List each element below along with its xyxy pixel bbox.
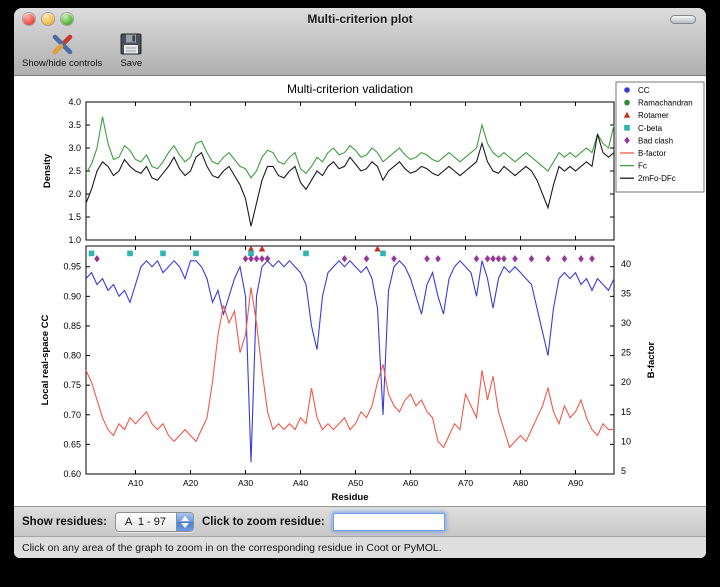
svg-text:4.0: 4.0	[68, 97, 81, 107]
close-button[interactable]	[23, 13, 35, 25]
minimize-button[interactable]	[42, 13, 54, 25]
svg-text:20: 20	[621, 377, 631, 387]
svg-text:C-beta: C-beta	[638, 124, 663, 133]
svg-text:2.0: 2.0	[68, 189, 81, 199]
svg-text:Rotamer: Rotamer	[638, 111, 669, 120]
svg-text:B-factor: B-factor	[638, 149, 666, 158]
multi-criterion-plot-window: Multi-criterion plot Show/hide controls	[14, 8, 706, 558]
tool-label: Show/hide controls	[22, 58, 102, 69]
status-bar: Click on any area of the graph to zoom i…	[14, 536, 706, 558]
svg-text:CC: CC	[638, 86, 650, 95]
toolbar-toggle-button[interactable]	[670, 15, 696, 24]
window-chrome: Multi-criterion plot Show/hide controls	[14, 8, 706, 76]
control-bar: Show residues: A 1 - 97 Click to zoom re…	[14, 506, 706, 536]
toolbar: Show/hide controls Save	[14, 30, 706, 75]
svg-text:0.75: 0.75	[63, 380, 81, 390]
svg-text:2.5: 2.5	[68, 166, 81, 176]
svg-text:0.85: 0.85	[63, 321, 81, 331]
svg-text:35: 35	[621, 288, 631, 298]
svg-text:1.5: 1.5	[68, 212, 81, 222]
titlebar[interactable]: Multi-criterion plot	[14, 8, 706, 30]
dropdown-stepper-icon	[176, 513, 193, 531]
svg-text:A60: A60	[403, 478, 418, 488]
svg-text:Ramachandran: Ramachandran	[638, 99, 693, 108]
svg-text:2mFo-DFc: 2mFo-DFc	[638, 174, 676, 183]
show-hide-controls-button[interactable]: Show/hide controls	[22, 31, 102, 69]
svg-text:Density: Density	[42, 153, 53, 188]
controls-icon	[49, 31, 75, 57]
svg-text:B-factor: B-factor	[646, 341, 657, 378]
svg-text:Local real-space CC: Local real-space CC	[40, 314, 51, 405]
svg-text:A90: A90	[568, 478, 583, 488]
svg-text:30: 30	[621, 318, 631, 328]
svg-text:A40: A40	[293, 478, 308, 488]
residue-range-dropdown[interactable]: A 1 - 97	[115, 512, 194, 532]
tool-label: Save	[120, 58, 142, 69]
residue-range-value: A 1 - 97	[116, 513, 176, 531]
svg-text:A10: A10	[128, 478, 143, 488]
svg-text:0.80: 0.80	[63, 351, 81, 361]
svg-text:0.70: 0.70	[63, 410, 81, 420]
plot-area: Multi-criterion validation A10 A20 A30 A40 A5…	[14, 76, 706, 506]
status-text: Click on any area of the graph to zoom i…	[22, 542, 442, 554]
svg-text:0.65: 0.65	[63, 439, 81, 449]
svg-text:15: 15	[621, 407, 631, 417]
svg-text:A20: A20	[183, 478, 198, 488]
svg-text:Residue: Residue	[332, 492, 369, 503]
svg-text:A70: A70	[458, 478, 473, 488]
svg-text:Fc: Fc	[638, 162, 647, 171]
svg-text:10: 10	[621, 436, 631, 446]
svg-text:Bad clash: Bad clash	[638, 136, 673, 145]
svg-text:0.60: 0.60	[63, 469, 81, 479]
traffic-lights	[23, 13, 73, 25]
zoom-residue-input[interactable]	[333, 513, 445, 531]
save-icon	[118, 31, 144, 57]
svg-text:3.0: 3.0	[68, 143, 81, 153]
save-button[interactable]: Save	[118, 31, 144, 69]
svg-text:25: 25	[621, 348, 631, 358]
svg-text:5: 5	[621, 466, 626, 476]
svg-text:3.5: 3.5	[68, 120, 81, 130]
zoom-button[interactable]	[61, 13, 73, 25]
svg-text:A30: A30	[238, 478, 253, 488]
multi-criterion-chart[interactable]: Multi-criterion validation A10 A20 A30 A40 A5…	[14, 76, 706, 506]
svg-text:1.0: 1.0	[68, 235, 81, 245]
window-title: Multi-criterion plot	[14, 12, 706, 26]
show-residues-label: Show residues:	[22, 516, 107, 528]
svg-text:0.95: 0.95	[63, 262, 81, 272]
svg-text:A80: A80	[513, 478, 528, 488]
svg-text:Multi-criterion validation: Multi-criterion validation	[287, 82, 413, 96]
svg-text:40: 40	[621, 259, 631, 269]
zoom-residue-label: Click to zoom residue:	[202, 516, 325, 528]
svg-text:0.90: 0.90	[63, 291, 81, 301]
svg-text:A50: A50	[348, 478, 363, 488]
